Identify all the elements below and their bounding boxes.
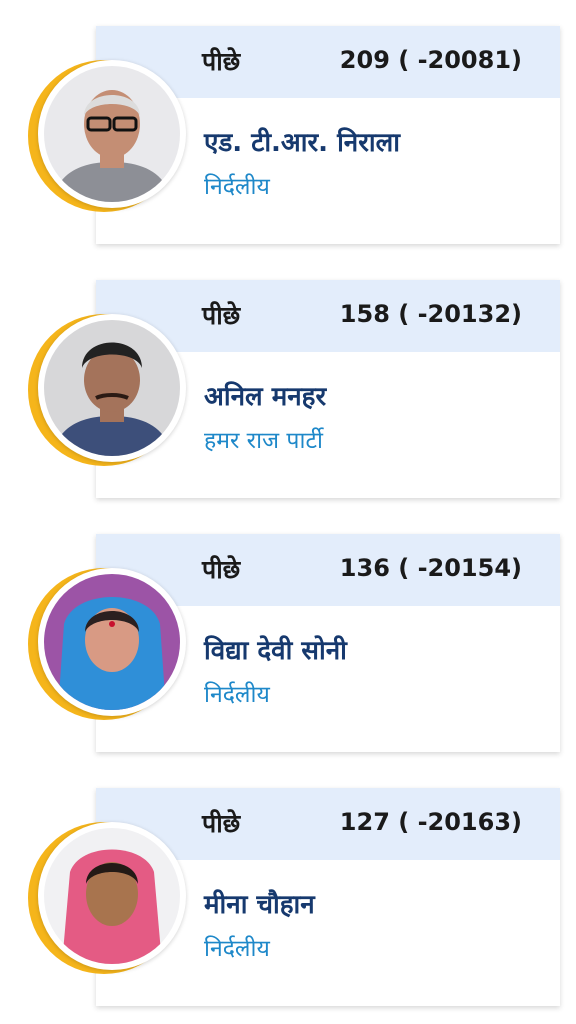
party-name[interactable]: निर्दलीय — [204, 169, 270, 201]
vote-count: 136 ( -20154) — [339, 554, 522, 582]
candidate-name[interactable]: एड. टी.आर. निराला — [204, 123, 400, 159]
candidate-row[interactable]: पीछे 209 ( -20081) एड. टी.आर. निराला निर… — [0, 26, 576, 246]
person-avatar-icon — [44, 320, 180, 456]
candidate-row[interactable]: पीछे 158 ( -20132) अनिल मनहर हमर राज पार… — [0, 280, 576, 500]
candidate-name[interactable]: मीना चौहान — [204, 885, 315, 921]
candidate-photo[interactable] — [38, 568, 186, 716]
vote-count: 209 ( -20081) — [339, 46, 522, 74]
candidate-row[interactable]: पीछे 136 ( -20154) विद्या देवी सोनी निर्… — [0, 534, 576, 754]
status-label: पीछे — [202, 809, 241, 838]
candidate-photo[interactable] — [38, 314, 186, 462]
candidate-photo[interactable] — [38, 822, 186, 970]
candidate-list: पीछे 209 ( -20081) एड. टी.आर. निराला निर… — [0, 0, 576, 1024]
candidate-name[interactable]: अनिल मनहर — [204, 377, 326, 413]
person-avatar-icon — [44, 574, 180, 710]
vote-count: 158 ( -20132) — [339, 300, 522, 328]
person-avatar-icon — [44, 66, 180, 202]
bindi-shape — [109, 621, 115, 627]
candidate-row[interactable]: पीछे 127 ( -20163) मीना चौहान निर्दलीय — [0, 788, 576, 1008]
status-label: पीछे — [202, 555, 241, 584]
party-name[interactable]: हमर राज पार्टी — [204, 423, 323, 455]
person-avatar-icon — [44, 828, 180, 964]
candidate-name[interactable]: विद्या देवी सोनी — [204, 631, 347, 667]
status-label: पीछे — [202, 301, 241, 330]
vote-count: 127 ( -20163) — [339, 808, 522, 836]
status-label: पीछे — [202, 47, 241, 76]
candidate-photo[interactable] — [38, 60, 186, 208]
party-name[interactable]: निर्दलीय — [204, 677, 270, 709]
party-name[interactable]: निर्दलीय — [204, 931, 270, 963]
